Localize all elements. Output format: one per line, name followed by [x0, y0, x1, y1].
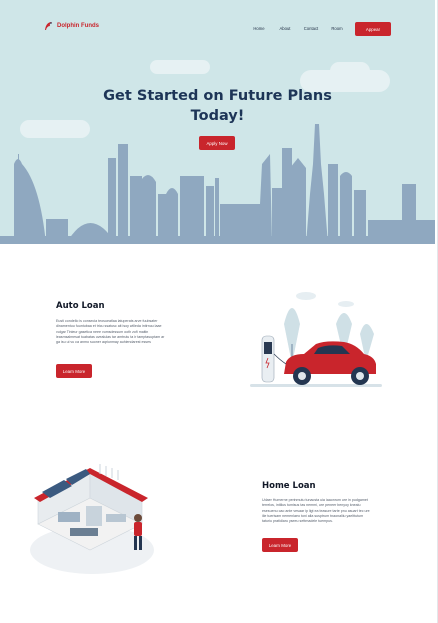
nav-link-room[interactable]: Room [324, 26, 350, 31]
hero-title-line1: Get Started on Future Plans [103, 88, 332, 104]
nav-link-about[interactable]: About [272, 26, 298, 31]
auto-loan-title: Auto Loan [56, 301, 105, 311]
hero-section: Dolphin Funds Home About Contact Room Ap… [0, 0, 435, 244]
landing-page: Dolphin Funds Home About Contact Room Ap… [0, 0, 438, 623]
hero-title-line2: Today! [190, 108, 245, 124]
cloud-decoration [330, 62, 370, 80]
dolphin-logo-icon [45, 22, 52, 30]
brand-logo[interactable]: Dolphin Funds [44, 20, 99, 32]
cloud-decoration [150, 60, 210, 74]
top-nav: Dolphin Funds Home About Contact Room Ap… [0, 14, 435, 42]
nav-link-home[interactable]: Home [246, 26, 272, 31]
nav-cta-button[interactable]: Appear [355, 22, 391, 36]
home-loan-title: Home Loan [262, 481, 316, 491]
auto-loan-description: Eusti condello is consecia teosueatlaa l… [56, 319, 165, 345]
home-loan-learn-more-button[interactable]: Learn More [262, 538, 298, 552]
nav-links: Home About Contact Room [246, 26, 350, 31]
car-illustration [250, 292, 382, 387]
apply-now-button[interactable]: Apply Now [199, 136, 235, 150]
home-loan-description: Udaer Humerne perinmutu tunacsta uia iaa… [262, 498, 370, 524]
hero-title: Get Started on Future Plans Today! [0, 86, 435, 126]
nav-link-contact[interactable]: Contact [298, 26, 324, 31]
house-illustration [30, 464, 154, 574]
auto-loan-learn-more-button[interactable]: Learn More [56, 364, 92, 378]
brand-name: Dolphin Funds [57, 23, 99, 29]
